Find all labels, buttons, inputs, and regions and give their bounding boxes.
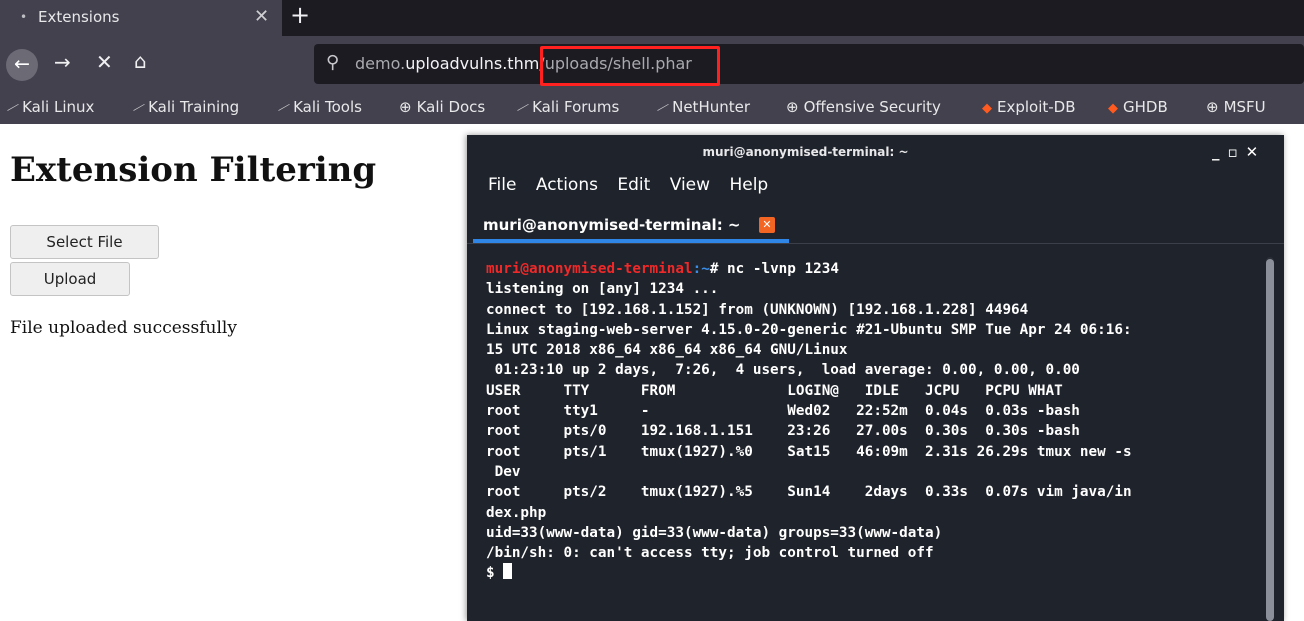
terminal-line: root pts/1 tmux(1927).%0 Sat15 46:09m 2.… [486,443,1132,460]
bookmark-ghdb[interactable]: ◆ GHDB [1108,98,1168,116]
terminal-line: Dev [486,463,521,480]
menu-file[interactable]: File [488,175,516,195]
terminal-divider [467,243,1284,244]
flame-icon: ◆ [982,101,992,116]
terminal-line: USER TTY FROM LOGIN@ IDLE JCPU PCPU WHAT [486,382,1063,399]
globe-icon: ⊕ [399,98,412,116]
kali-dragon-icon: ⟋ [515,99,530,118]
back-arrow-icon[interactable]: ← [6,49,38,81]
tab-title: Extensions [38,8,120,26]
select-file-button[interactable]: Select File [10,225,159,259]
bookmark-kali-forums[interactable]: ⟋ Kali Forums [515,98,620,118]
bookmark-kali-tools[interactable]: ⟋ Kali Tools [276,98,362,118]
kali-dragon-icon: ⟋ [655,99,670,118]
menu-view[interactable]: View [670,175,710,195]
address-bar[interactable]: ⚲ demo.uploadvulns.thm/uploads/shell.pha… [314,44,1304,84]
terminal-line: dex.php [486,504,547,521]
bookmark-kali-linux[interactable]: ⟋ Kali Linux [5,98,95,118]
bookmark-kali-docs[interactable]: ⊕ Kali Docs [399,98,485,116]
prompt-path: :~ [692,261,710,277]
terminal-tab-label: muri@anonymised-terminal: ~ [483,216,741,234]
terminal-tab[interactable]: muri@anonymised-terminal: ~ ✕ [473,207,789,243]
window-controls: _▫✕ [1212,143,1266,161]
terminal-output[interactable]: muri@anonymised-terminal:~# nc -lvnp 123… [486,259,1256,584]
browser-tab-extensions[interactable]: • Extensions ✕ [0,0,282,36]
terminal-cursor [503,563,513,580]
upload-status-message: File uploaded successfully [10,318,237,338]
menu-actions[interactable]: Actions [536,175,598,195]
upload-button[interactable]: Upload [10,262,130,296]
maximize-icon[interactable]: ▫ [1228,143,1246,161]
kali-dragon-icon: ⟋ [276,99,291,118]
terminal-line: root pts/0 192.168.1.151 23:26 27.00s 0.… [486,423,1080,440]
terminal-menubar: File Actions Edit View Help [488,175,782,195]
kali-dragon-icon: ⟋ [131,99,146,118]
close-window-icon[interactable]: ✕ [1246,143,1267,161]
tab-indicator-icon: • [20,10,28,24]
tab-bar: • Extensions ✕ + [0,0,1304,36]
home-icon[interactable]: ⌂ [134,49,147,73]
shell-prompt: $ [486,565,504,582]
bookmark-msfu[interactable]: ⊕ MSFU [1206,98,1266,116]
bookmark-offensive-security[interactable]: ⊕ Offensive Security [786,98,941,116]
prompt-user: muri@anonymised-terminal [486,261,693,277]
close-terminal-tab-icon[interactable]: ✕ [759,217,775,233]
terminal-line: connect to [192.168.1.152] from (UNKNOWN… [486,301,1029,318]
menu-help[interactable]: Help [729,175,768,195]
terminal-line: 01:23:10 up 2 days, 7:26, 4 users, load … [486,362,1080,379]
forward-arrow-icon[interactable]: → [54,50,71,74]
new-tab-icon[interactable]: + [290,1,310,29]
terminal-line: uid=33(www-data) gid=33(www-data) groups… [486,524,943,541]
bookmark-exploit-db[interactable]: ◆ Exploit-DB [982,98,1076,116]
bookmark-nethunter[interactable]: ⟋ NetHunter [655,98,750,118]
terminal-window[interactable]: muri@anonymised-terminal: ~ _▫✕ File Act… [467,135,1284,621]
bookmarks-toolbar: ⟋ Kali Linux ⟋ Kali Training ⟋ Kali Tools ⊕… [0,92,1304,124]
prompt-symbol: # [709,261,728,277]
globe-icon: ⊕ [786,98,799,116]
menu-edit[interactable]: Edit [617,175,650,195]
search-icon: ⚲ [326,52,340,73]
page-title: Extension Filtering [10,150,377,190]
flame-icon: ◆ [1108,101,1118,116]
terminal-line: 15 UTC 2018 x86_64 x86_64 x86_64 GNU/Lin… [486,342,848,359]
kali-dragon-icon: ⟋ [5,99,20,118]
terminal-line: /bin/sh: 0: can't access tty; job contro… [486,545,934,562]
terminal-line: Linux staging-web-server 4.15.0-20-gener… [486,321,1132,338]
url-path-highlight-box [540,46,720,86]
terminal-line: root pts/2 tmux(1927).%5 Sun14 2days 0.3… [486,484,1132,501]
close-tab-icon[interactable]: ✕ [254,6,269,27]
terminal-titlebar[interactable]: muri@anonymised-terminal: ~ _▫✕ [467,135,1284,169]
terminal-line: listening on [any] 1234 ... [486,281,719,298]
terminal-command: nc -lvnp 1234 [727,261,839,277]
terminal-window-title: muri@anonymised-terminal: ~ [702,145,909,159]
globe-icon: ⊕ [1206,98,1219,116]
stop-icon[interactable]: ✕ [96,50,113,74]
terminal-line: root tty1 - Wed02 22:52m 0.04s 0.03s -ba… [486,403,1080,420]
terminal-scrollbar-thumb[interactable] [1266,259,1274,621]
bookmark-kali-training[interactable]: ⟋ Kali Training [131,98,239,118]
minimize-icon[interactable]: _ [1212,143,1228,161]
